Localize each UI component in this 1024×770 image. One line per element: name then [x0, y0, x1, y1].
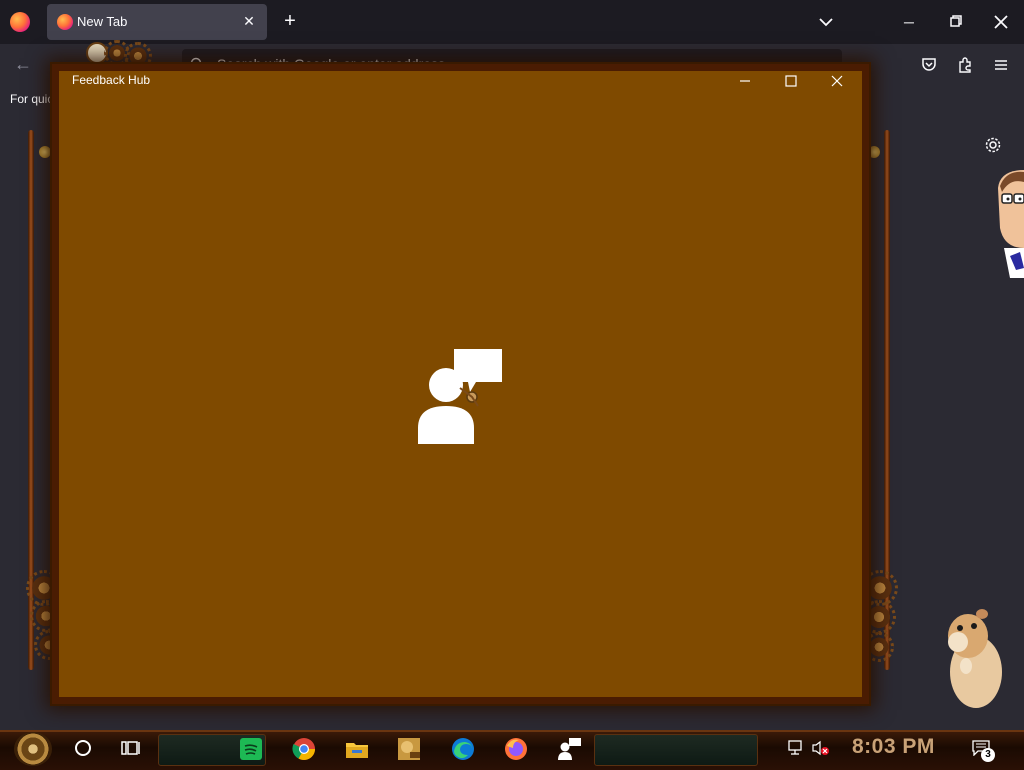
new-tab-button[interactable]: +	[280, 11, 300, 31]
feedback-hub-title: Feedback Hub	[72, 73, 151, 87]
volume-muted-icon[interactable]	[812, 740, 830, 756]
tab-title: New Tab	[77, 14, 128, 29]
cartoon-character-image	[998, 170, 1024, 278]
task-view-icon[interactable]	[121, 739, 141, 757]
cortana-search-icon[interactable]	[75, 740, 91, 756]
network-icon[interactable]	[788, 740, 806, 756]
firefox-tab-icon	[57, 14, 73, 30]
browser-restore-button[interactable]	[943, 10, 967, 34]
edge-icon[interactable]	[450, 736, 476, 762]
list-tabs-chevron-icon[interactable]	[816, 12, 836, 32]
notification-count-badge: 3	[981, 748, 995, 762]
close-tab-icon[interactable]: ✕	[239, 11, 259, 31]
tab-new-tab[interactable]: New Tab ✕	[47, 4, 267, 40]
back-arrow-icon[interactable]: ←	[14, 54, 34, 74]
bolt-decoration-icon	[868, 146, 880, 158]
hamburger-menu-icon[interactable]	[992, 56, 1010, 74]
spotify-icon[interactable]	[238, 736, 264, 762]
toolbox-icon[interactable]	[396, 736, 422, 762]
feedback-hub-icon[interactable]	[556, 736, 582, 762]
pocket-icon[interactable]	[920, 56, 938, 74]
browser-close-button[interactable]	[989, 10, 1013, 34]
bookmarks-hint-text: For quic	[10, 92, 54, 106]
firefox-menu-icon[interactable]	[10, 12, 30, 32]
feedback-hub-close-button[interactable]	[825, 69, 849, 93]
hamster-image	[948, 609, 1002, 708]
settings-gear-icon[interactable]	[984, 136, 1002, 154]
file-explorer-icon[interactable]	[344, 736, 370, 762]
start-button[interactable]	[14, 732, 52, 766]
feedback-hub-splash-logo-icon	[418, 349, 502, 444]
chrome-icon[interactable]	[291, 736, 317, 762]
bolt-decoration-icon	[39, 146, 51, 158]
extensions-icon[interactable]	[956, 56, 974, 74]
taskbar-panel-right	[594, 734, 758, 766]
browser-minimize-button[interactable]: ─	[897, 10, 921, 34]
taskbar-clock[interactable]: 8:03 PM	[852, 735, 935, 759]
feedback-hub-maximize-button[interactable]	[779, 69, 803, 93]
firefox-icon[interactable]	[503, 736, 529, 762]
feedback-hub-minimize-button[interactable]	[733, 69, 757, 93]
